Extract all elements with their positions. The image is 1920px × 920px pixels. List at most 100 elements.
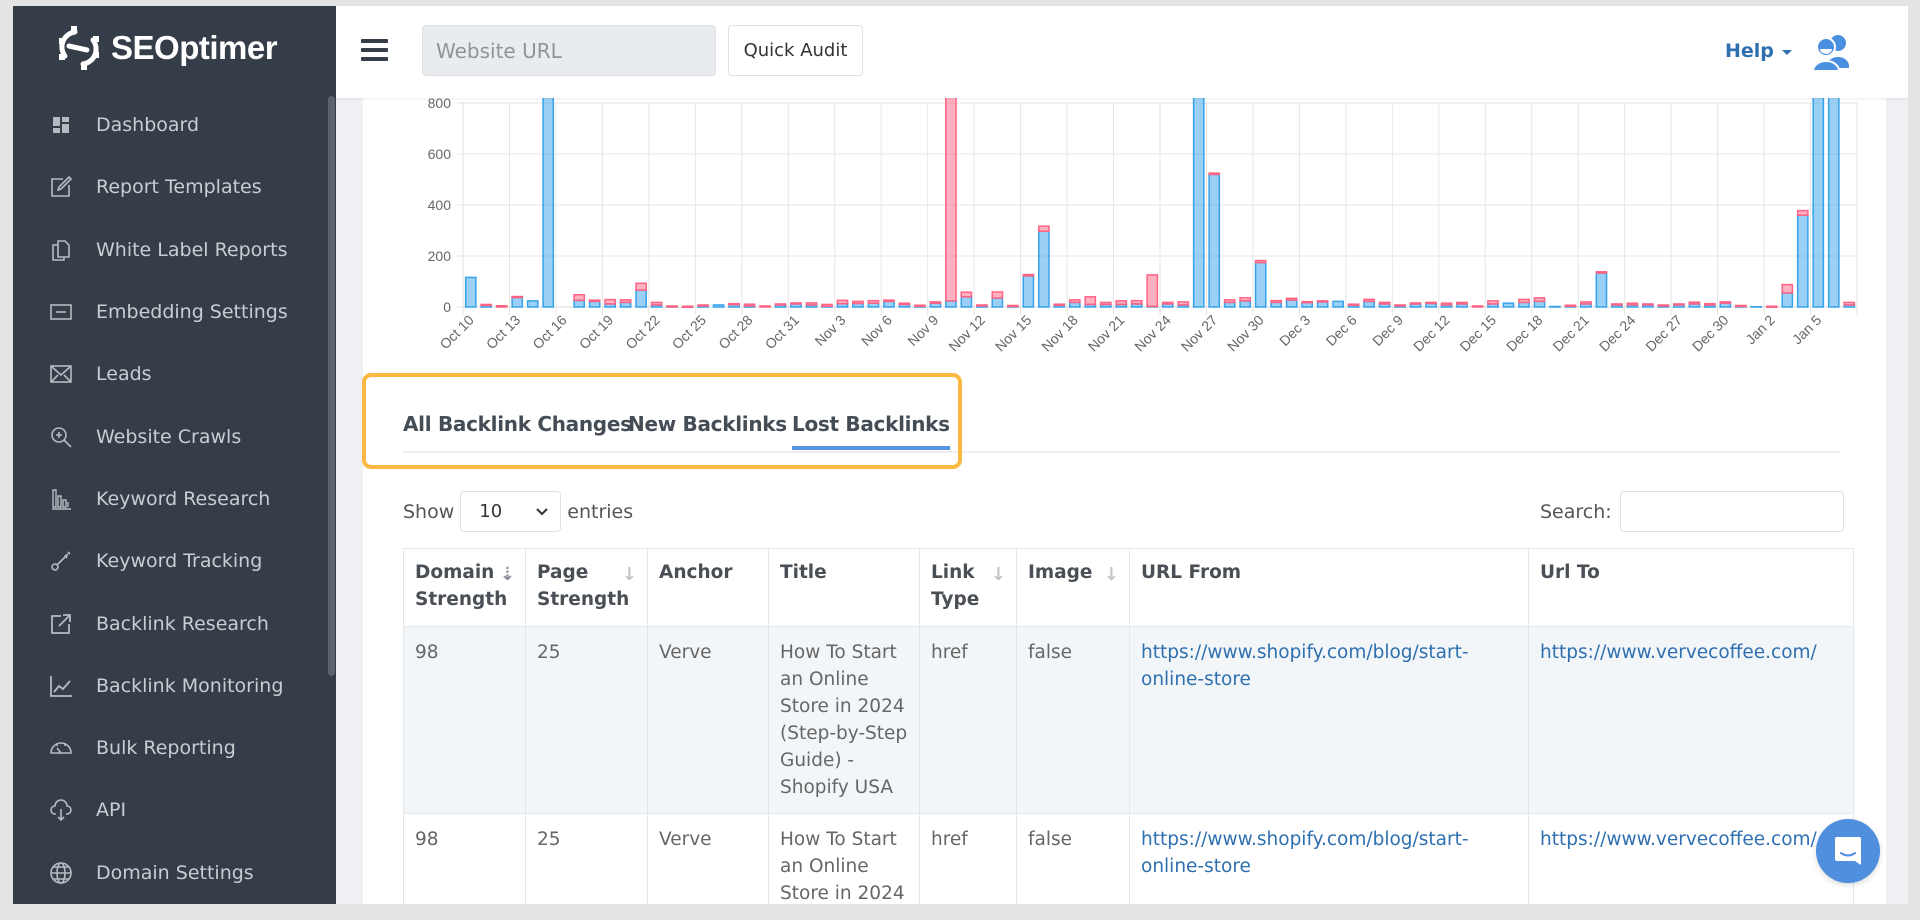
cell-domain-strength: 98 (404, 814, 526, 920)
x-tick-label: Dec 9 (1369, 312, 1406, 349)
table-row: 98 25 Verve How To Start an Online Store… (404, 814, 1854, 920)
bar-lost-backlinks (729, 304, 739, 305)
website-url-input[interactable] (422, 25, 716, 76)
cell-anchor: Verve (648, 627, 769, 814)
bar-new-backlinks (1782, 293, 1792, 307)
sidebar-item-embedding-settings[interactable]: Embedding Settings (13, 281, 336, 343)
column-header-domain-strength[interactable]: Domain Strength⇣ (404, 549, 526, 627)
sidebar-item-bulk-reporting[interactable]: Bulk Reporting (13, 717, 336, 779)
bar-new-backlinks (636, 290, 646, 307)
bar-lost-backlinks (1008, 305, 1018, 306)
entries-length-control: Show 10 entries (403, 491, 633, 532)
x-tick-label: Nov 21 (1085, 312, 1128, 355)
column-header-link-type[interactable]: Link Type↓ (920, 549, 1017, 627)
bar-lost-backlinks (853, 301, 863, 303)
chat-launcher-button[interactable] (1816, 819, 1880, 883)
sidebar-item-label: White Label Reports (96, 239, 287, 261)
users-icon[interactable] (1810, 32, 1854, 72)
bar-lost-backlinks (1379, 302, 1389, 304)
search-input[interactable] (1620, 491, 1844, 532)
sidebar-item-white-label-reports[interactable]: White Label Reports (13, 219, 336, 281)
sidebar-scrollbar[interactable] (328, 96, 335, 676)
bar-lost-backlinks (574, 295, 584, 301)
menu-toggle-button[interactable] (361, 39, 388, 61)
cell-page-strength: 25 (526, 627, 648, 814)
column-header-image[interactable]: Image ↓ (1017, 549, 1130, 627)
column-header-url-to[interactable]: Url To (1529, 549, 1854, 627)
bar-lost-backlinks (1457, 302, 1467, 304)
url-to-link[interactable]: https://www.vervecoffee.com/ (1540, 642, 1817, 663)
bar-lost-backlinks (868, 301, 878, 304)
bar-new-backlinks (512, 297, 522, 307)
bar-lost-backlinks (806, 303, 816, 305)
bar-lost-backlinks (992, 292, 1002, 298)
column-header-url-from[interactable]: URL From (1130, 549, 1529, 627)
bar-lost-backlinks (1782, 285, 1792, 293)
x-tick-label: Nov 30 (1224, 312, 1267, 355)
bar-new-backlinks (1596, 273, 1606, 307)
sidebar-item-label: Domain Settings (96, 862, 254, 884)
bar-new-backlinks (1813, 98, 1823, 307)
url-to-link[interactable]: https://www.vervecoffee.com/ (1540, 829, 1817, 850)
url-from-link[interactable]: https://www.shopify.com/blog/start-onlin… (1141, 642, 1469, 690)
bar-lost-backlinks (1534, 298, 1544, 302)
sidebar: SEOptimer Dashboard Report Templates White… (13, 6, 336, 904)
bar-new-backlinks (1550, 306, 1560, 307)
bar-new-backlinks (1023, 276, 1033, 307)
sort-arrow-icon: ↓ (1104, 561, 1119, 588)
bar-lost-backlinks (481, 304, 491, 305)
sidebar-item-label: Dashboard (96, 114, 199, 136)
sidebar-item-dashboard[interactable]: Dashboard (13, 94, 336, 156)
sidebar-item-website-crawls[interactable]: Website Crawls (13, 405, 336, 467)
column-header-page-strength[interactable]: Page Strength↓ (526, 549, 648, 627)
sort-desc-icon: ⇣ (500, 561, 515, 588)
help-dropdown[interactable]: Help (1725, 40, 1792, 62)
sidebar-item-label: Keyword Tracking (96, 550, 262, 572)
column-label: Image (1028, 562, 1092, 583)
bar-new-backlinks (574, 300, 584, 307)
copy-icon (48, 237, 74, 263)
bar-lost-backlinks (1565, 305, 1575, 306)
bar-lost-backlinks (1658, 305, 1668, 306)
cell-link-type: href (920, 814, 1017, 920)
table-search: Search: (1540, 491, 1844, 532)
sidebar-item-leads[interactable]: Leads (13, 343, 336, 405)
sidebar-item-label: Backlink Research (96, 613, 269, 635)
y-tick-label: 400 (428, 197, 452, 213)
bar-new-backlinks (1240, 301, 1250, 307)
sidebar-item-domain-settings[interactable]: Domain Settings (13, 842, 336, 904)
chat-icon (1833, 835, 1863, 867)
column-header-title[interactable]: Title (769, 549, 920, 627)
column-header-anchor[interactable]: Anchor (648, 549, 769, 627)
bar-lost-backlinks (961, 292, 971, 297)
hamburger-bar (361, 57, 388, 61)
sort-arrow-icon: ↓ (622, 561, 637, 588)
bar-lost-backlinks (977, 305, 987, 306)
bar-lost-backlinks (1023, 275, 1033, 276)
entries-select[interactable]: 10 (460, 491, 561, 532)
dashboard-icon (48, 112, 74, 138)
sidebar-item-api[interactable]: API (13, 779, 336, 841)
sidebar-item-keyword-tracking[interactable]: Keyword Tracking (13, 530, 336, 592)
bar-lost-backlinks (1101, 302, 1111, 304)
bar-lost-backlinks (1085, 297, 1095, 305)
x-tick-label: Dec 27 (1642, 312, 1685, 355)
bar-lost-backlinks (1287, 298, 1297, 300)
sidebar-item-report-templates[interactable]: Report Templates (13, 156, 336, 218)
sidebar-item-keyword-research[interactable]: Keyword Research (13, 468, 336, 530)
caret-down-icon (1782, 50, 1792, 55)
bar-new-backlinks (1318, 302, 1328, 307)
logo[interactable]: SEOptimer (53, 22, 277, 74)
bar-lost-backlinks (1240, 298, 1250, 301)
bar-lost-backlinks (1256, 261, 1266, 263)
sidebar-item-backlink-monitoring[interactable]: Backlink Monitoring (13, 655, 336, 717)
x-tick-label: Nov 24 (1131, 312, 1174, 355)
bar-lost-backlinks (1767, 306, 1777, 307)
bar-lost-backlinks (698, 305, 708, 306)
url-from-link[interactable]: https://www.shopify.com/blog/start-onlin… (1141, 829, 1469, 877)
quick-audit-button[interactable]: Quick Audit (728, 25, 863, 76)
sidebar-item-label: Bulk Reporting (96, 737, 236, 759)
x-tick-label: Nov 27 (1178, 312, 1221, 355)
sidebar-item-backlink-research[interactable]: Backlink Research (13, 592, 336, 654)
bar-new-backlinks (1829, 98, 1839, 307)
